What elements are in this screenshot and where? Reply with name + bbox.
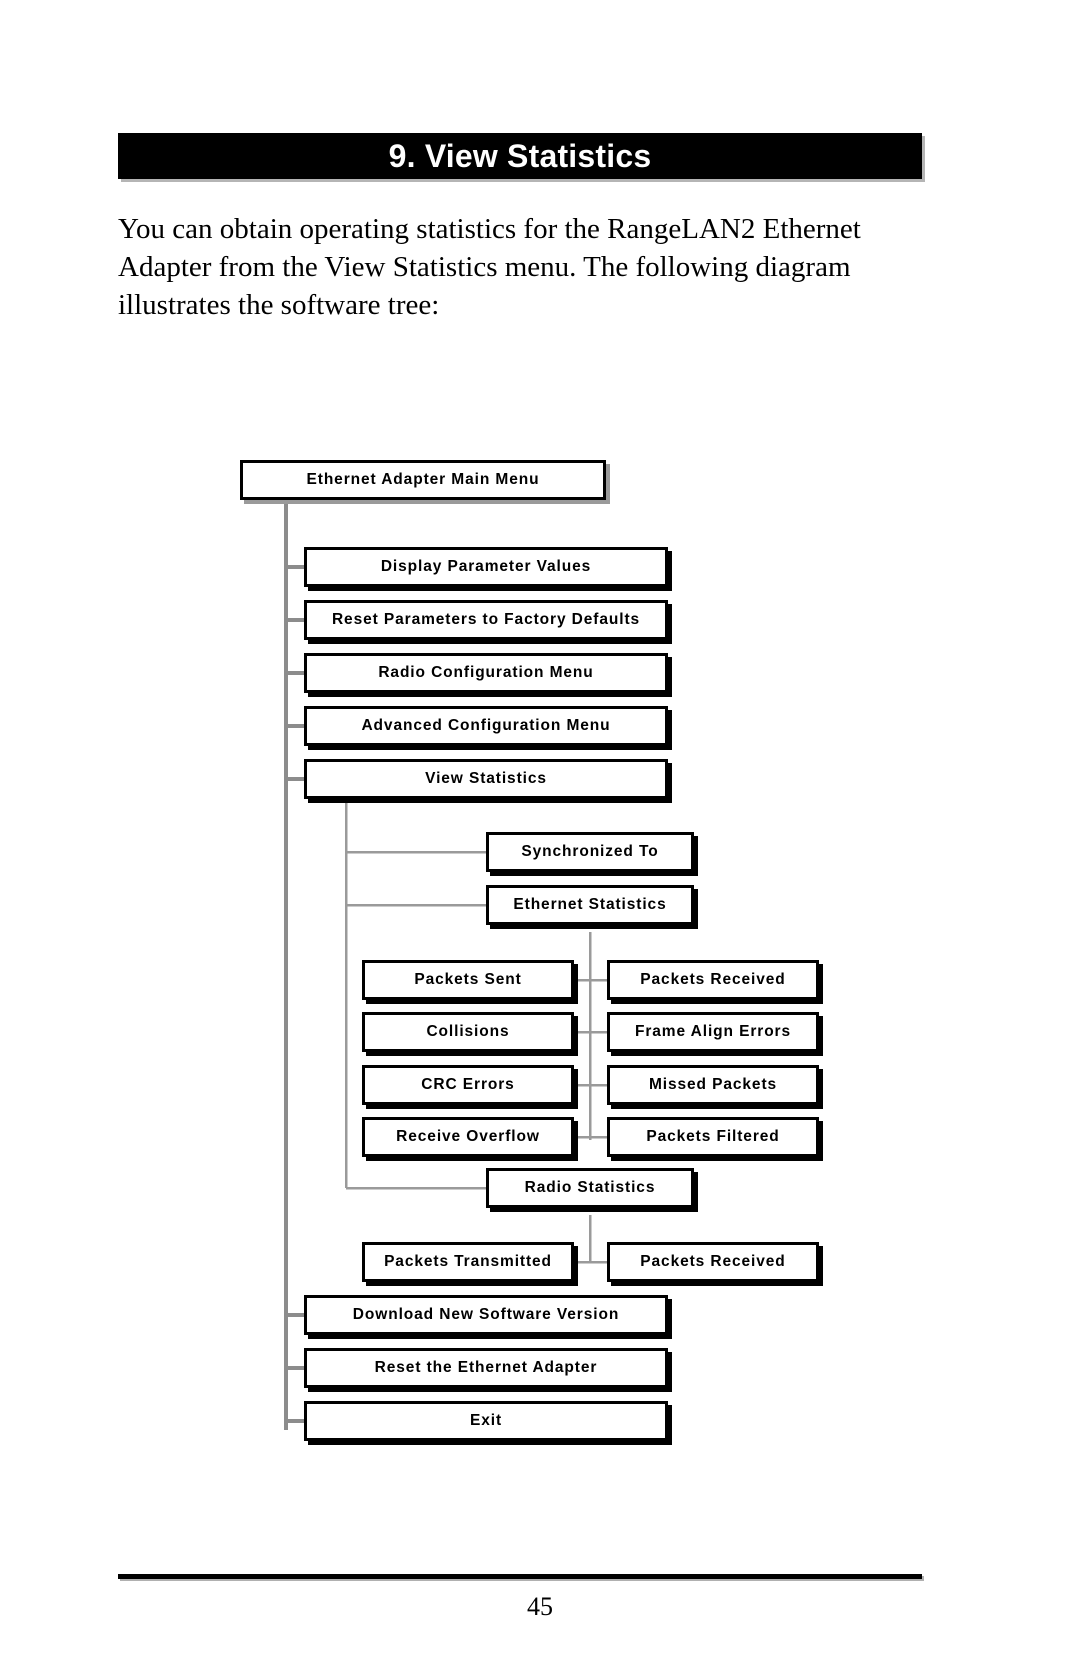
node-label: Packets Sent [414,971,522,988]
node-label: Ethernet Adapter Main Menu [306,471,540,488]
node-label: Exit [469,1412,503,1429]
node-label: Display Parameter Values [380,558,592,575]
node-display-parameter-values[interactable]: Display Parameter Values [304,547,668,587]
node-label: Packets Received [640,1253,786,1270]
node-label: Packets Transmitted [384,1253,552,1270]
node-label: CRC Errors [421,1076,515,1093]
node-collisions[interactable]: Collisions [362,1012,574,1052]
node-synchronized-to[interactable]: Synchronized To [486,832,694,872]
node-label: Receive Overflow [396,1128,540,1145]
footer-divider-rule [118,1574,922,1579]
node-label: Radio Statistics [524,1179,656,1196]
document-page: 9. View Statistics You can obtain operat… [0,0,1080,1669]
node-packets-sent[interactable]: Packets Sent [362,960,574,1000]
node-reset-the-ethernet-adapter[interactable]: Reset the Ethernet Adapter [304,1348,668,1388]
node-label: Reset Parameters to Factory Defaults [331,611,641,628]
node-ethernet-statistics[interactable]: Ethernet Statistics [486,885,694,925]
software-tree-diagram: Ethernet Adapter Main Menu Display Param… [0,440,1080,1470]
node-ethernet-adapter-main-menu[interactable]: Ethernet Adapter Main Menu [240,460,606,500]
node-label: Packets Received [640,971,786,988]
intro-paragraph: You can obtain operating statistics for … [118,213,861,321]
node-reset-parameters-to-factory-defaults[interactable]: Reset Parameters to Factory Defaults [304,600,668,640]
node-missed-packets[interactable]: Missed Packets [607,1065,819,1105]
page-number: 45 [527,1592,553,1621]
node-view-statistics[interactable]: View Statistics [304,759,668,799]
node-packets-filtered[interactable]: Packets Filtered [607,1117,819,1157]
chapter-header-band: 9. View Statistics [118,133,922,179]
node-label: Packets Filtered [646,1128,780,1145]
node-label: Missed Packets [648,1076,778,1093]
node-crc-errors[interactable]: CRC Errors [362,1065,574,1105]
node-radio-configuration-menu[interactable]: Radio Configuration Menu [304,653,668,693]
node-label: View Statistics [425,770,547,787]
node-exit[interactable]: Exit [304,1401,668,1441]
node-label: Advanced Configuration Menu [361,717,611,734]
node-radio-statistics[interactable]: Radio Statistics [486,1168,694,1208]
node-frame-align-errors[interactable]: Frame Align Errors [607,1012,819,1052]
node-label: Frame Align Errors [634,1023,792,1040]
node-label: Ethernet Statistics [513,896,667,913]
node-label: Collisions [426,1023,510,1040]
node-receive-overflow[interactable]: Receive Overflow [362,1117,574,1157]
node-label: Download New Software Version [352,1306,620,1323]
node-label: Reset the Ethernet Adapter [374,1359,598,1376]
chapter-title: 9. View Statistics [388,138,652,174]
node-advanced-configuration-menu[interactable]: Advanced Configuration Menu [304,706,668,746]
node-packets-received-radio[interactable]: Packets Received [607,1242,819,1282]
node-label: Synchronized To [521,843,659,860]
node-packets-transmitted[interactable]: Packets Transmitted [362,1242,574,1282]
node-label: Radio Configuration Menu [378,664,594,681]
node-packets-received-ethernet[interactable]: Packets Received [607,960,819,1000]
intro-paragraph-block: You can obtain operating statistics for … [118,210,918,324]
node-download-new-software-version[interactable]: Download New Software Version [304,1295,668,1335]
